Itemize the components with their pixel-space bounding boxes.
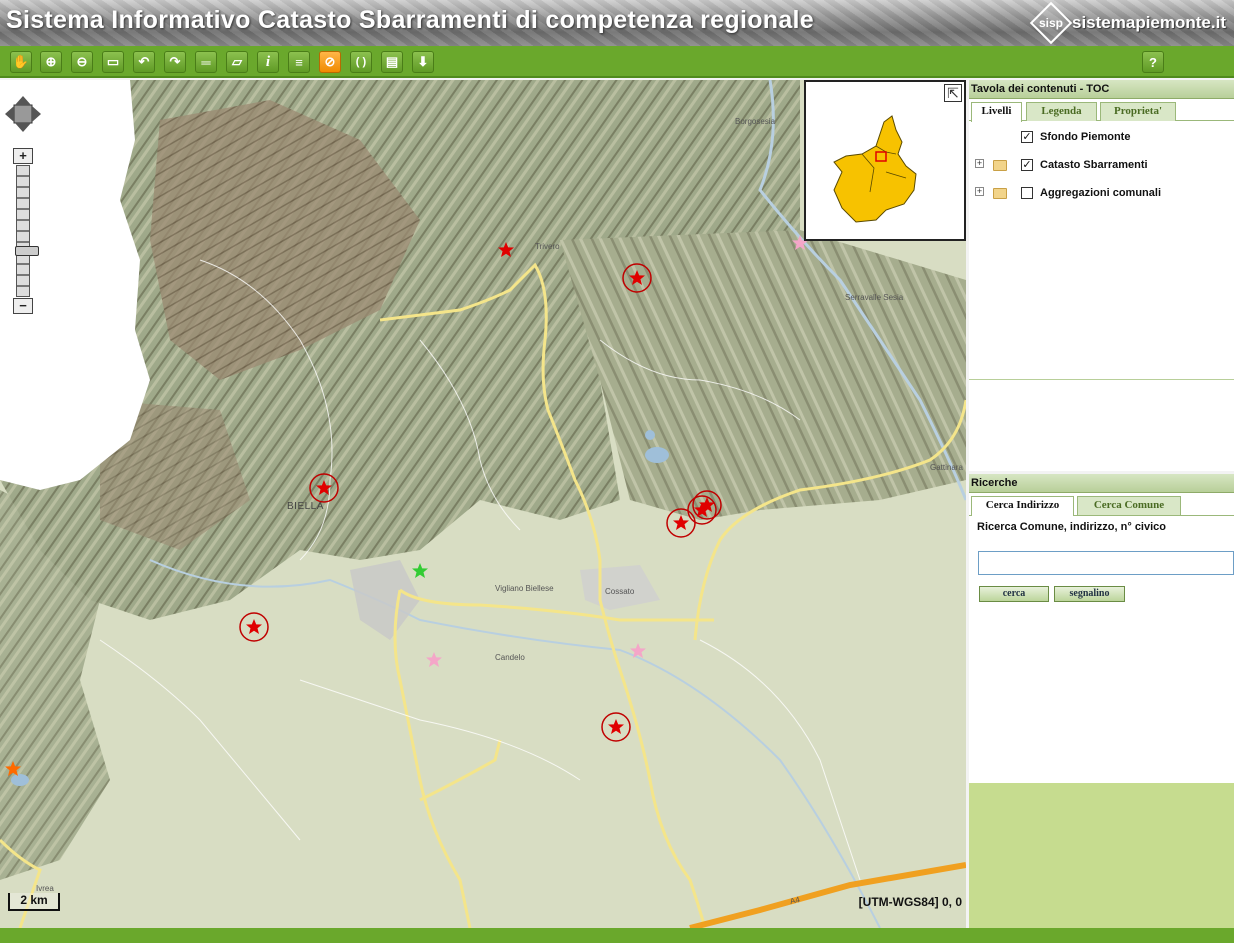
page-title: Sistema Informativo Catasto Sbarramenti … bbox=[6, 6, 814, 34]
zoom-in-button[interactable]: + bbox=[13, 148, 33, 164]
zoom-handle[interactable] bbox=[15, 246, 39, 256]
download-icon: ⬇ bbox=[417, 54, 429, 69]
place-label-gattinara: Gattinara bbox=[930, 463, 963, 472]
search-tabs: Cerca Indirizzo Cerca Comune bbox=[969, 493, 1234, 516]
address-search-input[interactable] bbox=[978, 551, 1234, 575]
map-toolbar: ✋ ⊕ ⊖ ▭ ↶ ↷ ═ ▱ i ≡ ⊘ ( ) ▤ ⬇ ? bbox=[0, 46, 1234, 78]
printer-icon: ▤ bbox=[385, 54, 399, 69]
hand-icon: ✋ bbox=[12, 54, 30, 69]
place-label-biella: BIELLA bbox=[287, 501, 324, 512]
place-label-borgosesia: Borgosesia bbox=[735, 117, 776, 126]
layer-expand-catasto-icon[interactable]: + bbox=[975, 159, 984, 168]
pan-down-icon bbox=[15, 123, 31, 132]
measure-area-tool[interactable]: ▱ bbox=[226, 51, 248, 73]
measure-distance-tool[interactable]: ═ bbox=[195, 51, 217, 73]
previous-view-tool[interactable]: ↶ bbox=[133, 51, 155, 73]
tab-proprieta[interactable]: Proprieta' bbox=[1100, 102, 1176, 121]
overview-map[interactable]: ⇱ bbox=[804, 80, 966, 241]
place-label-vigliano: Vigliano Biellese bbox=[495, 584, 554, 593]
download-tool[interactable]: ⬇ bbox=[412, 51, 434, 73]
logo-site-name: sistemapiemonte.it bbox=[1072, 13, 1226, 32]
scale-bar: 2 km bbox=[8, 893, 60, 911]
toc-tabs: Livelli Legenda Proprieta' bbox=[969, 99, 1234, 122]
app-header: Sistema Informativo Catasto Sbarramenti … bbox=[0, 0, 1234, 46]
pan-up-icon bbox=[15, 96, 31, 105]
search-panel: Ricerche Cerca Indirizzo Cerca Comune Ri… bbox=[969, 474, 1234, 783]
search-title: Ricerche bbox=[969, 474, 1234, 493]
forbidden-icon: ⊘ bbox=[324, 54, 336, 69]
place-label-serravalle: Serravalle Sesia bbox=[845, 293, 904, 302]
brand-logo[interactable]: sisp sistemapiemonte.it bbox=[1029, 1, 1226, 45]
overview-expand-icon[interactable]: ⇱ bbox=[944, 84, 962, 102]
area-icon: ▱ bbox=[232, 54, 242, 69]
info-tool[interactable]: i bbox=[257, 51, 279, 73]
toc-divider bbox=[969, 379, 1234, 380]
zoom-box-tool[interactable]: ▭ bbox=[102, 51, 124, 73]
logo-mark: sisp bbox=[1038, 15, 1064, 30]
next-view-icon: ↷ bbox=[169, 54, 181, 69]
zoom-slider[interactable]: + − bbox=[13, 148, 39, 314]
zoom-in-icon: ⊕ bbox=[45, 54, 57, 69]
info-layer-icon: ≡ bbox=[295, 54, 303, 70]
ruler-icon: ═ bbox=[201, 54, 211, 70]
tab-cerca-indirizzo[interactable]: Cerca Indirizzo bbox=[971, 496, 1074, 516]
layer-checkbox-catasto[interactable]: ✓ bbox=[1021, 159, 1033, 171]
print-tool[interactable]: ▤ bbox=[381, 51, 403, 73]
no-select-tool[interactable]: ⊘ bbox=[319, 51, 341, 73]
pan-control[interactable] bbox=[5, 96, 41, 132]
zoom-track[interactable] bbox=[15, 165, 39, 297]
tab-livelli[interactable]: Livelli bbox=[971, 102, 1022, 122]
next-view-tool[interactable]: ↷ bbox=[164, 51, 186, 73]
zoom-in-tool[interactable]: ⊕ bbox=[40, 51, 62, 73]
tab-cerca-comune[interactable]: Cerca Comune bbox=[1077, 496, 1181, 515]
refresh-icon: ( ) bbox=[355, 56, 367, 68]
tab-legenda[interactable]: Legenda bbox=[1026, 102, 1097, 121]
info-layer-tool[interactable]: ≡ bbox=[288, 51, 310, 73]
layer-checkbox-aggregazioni[interactable] bbox=[1021, 187, 1033, 199]
previous-view-icon: ↶ bbox=[138, 54, 150, 69]
folder-icon bbox=[993, 160, 1007, 171]
zoom-box-icon: ▭ bbox=[106, 54, 120, 69]
zoom-out-tool[interactable]: ⊖ bbox=[71, 51, 93, 73]
map-viewport[interactable]: Borgosesia Trivero Serravalle Sesia Gatt… bbox=[0, 80, 966, 928]
place-label-cossato: Cossato bbox=[605, 587, 635, 596]
place-label-candelo: Candelo bbox=[495, 653, 525, 662]
search-button[interactable]: cerca bbox=[979, 586, 1049, 602]
zoom-out-icon: ⊖ bbox=[76, 54, 88, 69]
search-field-label: Ricerca Comune, indirizzo, n° civico bbox=[977, 521, 1166, 533]
right-panel-filler bbox=[969, 783, 1234, 928]
sisp-logo-icon: sisp bbox=[1029, 1, 1073, 45]
place-label-trivero: Trivero bbox=[535, 242, 560, 251]
toc-title: Tavola dei contenuti - TOC bbox=[969, 80, 1234, 99]
pan-tool[interactable]: ✋ bbox=[10, 51, 32, 73]
folder-icon bbox=[993, 188, 1007, 199]
footer-bar bbox=[0, 928, 1234, 943]
refresh-tool[interactable]: ( ) bbox=[350, 51, 372, 73]
coordinate-readout: [UTM-WGS84] 0, 0 bbox=[858, 895, 962, 909]
place-marker-button[interactable]: segnalino bbox=[1054, 586, 1125, 602]
layer-expand-aggregazioni-icon[interactable]: + bbox=[975, 187, 984, 196]
zoom-out-button[interactable]: − bbox=[13, 298, 33, 314]
layer-tree: ✓ Sfondo Piemonte + ✓ Catasto Sbarrament… bbox=[969, 121, 1234, 379]
place-label-ivrea: Ivrea bbox=[36, 884, 54, 893]
toc-panel: Tavola dei contenuti - TOC Livelli Legen… bbox=[969, 80, 1234, 471]
info-icon: i bbox=[265, 53, 271, 70]
pan-right-icon bbox=[32, 106, 41, 122]
layer-checkbox-sfondo[interactable]: ✓ bbox=[1021, 131, 1033, 143]
help-button[interactable]: ? bbox=[1142, 51, 1164, 73]
layer-label-catasto[interactable]: Catasto Sbarramenti bbox=[1040, 157, 1148, 173]
piemonte-region-shape bbox=[833, 115, 917, 223]
help-icon: ? bbox=[1149, 54, 1157, 70]
pan-left-icon bbox=[5, 106, 14, 122]
layer-label-sfondo[interactable]: Sfondo Piemonte bbox=[1040, 129, 1130, 145]
layer-label-aggregazioni[interactable]: Aggregazioni comunali bbox=[1040, 185, 1161, 201]
